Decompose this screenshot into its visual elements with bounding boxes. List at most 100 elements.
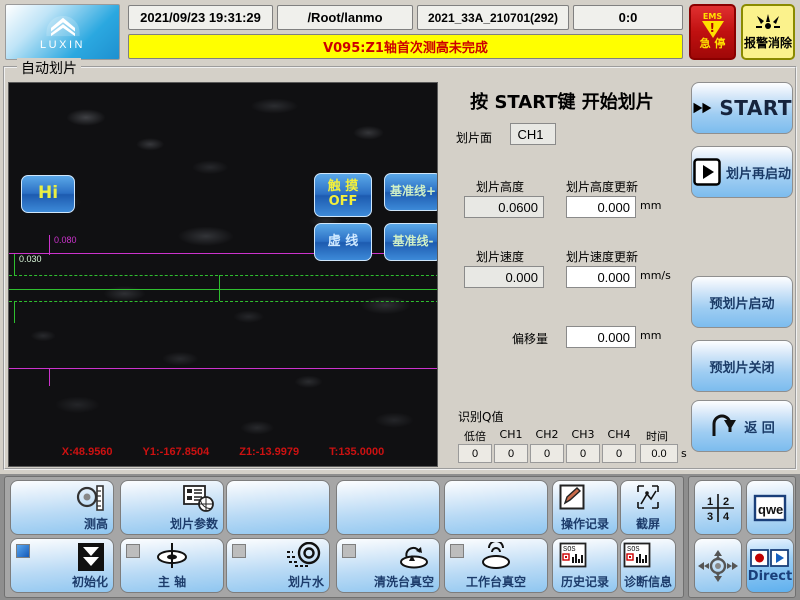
svg-text:3: 3 <box>707 511 713 523</box>
return-button[interactable]: 返 回 <box>691 400 793 452</box>
cut-speed-unit: mm/s <box>640 269 671 282</box>
toolbar-button-cut-parameters[interactable]: 划片参数 <box>120 480 224 535</box>
green-dashed-line-top <box>9 275 437 276</box>
pre-cut-close-label: 预划片关闭 <box>709 360 775 376</box>
svg-text:SOS: SOS <box>563 546 576 554</box>
height-gauge-icon <box>75 484 105 518</box>
table-vacuum-icon <box>445 542 547 570</box>
magenta-line-bottom <box>9 368 437 369</box>
camera-view[interactable]: 0.080 0.030 Hi 触 摸 OFF 虚 线 基准线+ 基准线- X:4… <box>8 82 438 467</box>
play-box-icon <box>693 158 721 186</box>
green-tick-middle <box>219 275 220 301</box>
cut-speed-value: 0.000 <box>464 266 544 288</box>
magenta-measure-label: 0.080 <box>54 235 77 245</box>
direct-label: Direct <box>747 568 793 584</box>
mountain-chevron-icon <box>45 15 80 36</box>
toolbar-label-height-measure: 测高 <box>83 517 108 531</box>
toolbar-button-screenshot[interactable]: 截屏 <box>620 480 676 535</box>
quad-view-icon: 1 2 3 4 <box>702 493 734 523</box>
keyboard-button[interactable]: qwe <box>746 480 794 535</box>
qvalue-header-4: CH4 <box>607 428 631 441</box>
toolbar-label-initialize: 初始化 <box>71 575 108 589</box>
dpad-icon <box>698 549 738 582</box>
recipe-name-display: 2021_33A_210701(292) <box>417 5 569 30</box>
cut-face-value[interactable]: CH1 <box>510 123 556 145</box>
toolbar-label-spindle: 主 轴 <box>157 575 187 589</box>
led-indicator-cutting-water <box>232 544 246 558</box>
toolbar-button-empty-2[interactable] <box>336 480 440 535</box>
cut-speed-label: 划片速度 <box>476 250 525 264</box>
company-logo: LUXIN <box>5 4 120 60</box>
touch-label-line1: 触 摸 <box>327 179 359 195</box>
user-path-display: /Root/lanmo <box>277 5 413 30</box>
green-measure-label: 0.030 <box>19 254 42 264</box>
cut-restart-button[interactable]: 划片再启动 <box>691 146 793 198</box>
toolbar-button-height-measure[interactable]: 测高 <box>10 480 114 535</box>
cut-height-update-input[interactable]: 0.000 <box>566 196 636 218</box>
dashed-line-button[interactable]: 虚 线 <box>314 223 372 261</box>
emergency-stop-button[interactable]: EMS 急 停 <box>689 4 736 60</box>
toolbar-label-screenshot: 截屏 <box>635 517 660 531</box>
qvalue-cell-2: 0 <box>530 444 564 463</box>
toolbar-button-work-table-vacuum[interactable]: 工作台真空 <box>444 538 548 593</box>
dashed-line-label: 虚 线 <box>327 233 359 249</box>
alarm-message-bar: V095:Z1轴首次测高未完成 <box>128 34 683 59</box>
form-heading: 按 START键 开始划片 <box>470 92 654 113</box>
touch-label-line2: OFF <box>328 194 358 209</box>
counter-display: 0:0 <box>573 5 683 30</box>
green-dashed-line-bottom <box>9 301 437 302</box>
qvalue-cell-0: 0 <box>458 444 492 463</box>
coord-t: T:135.0000 <box>329 446 385 458</box>
qvalue-cell-3: 0 <box>566 444 600 463</box>
pre-cut-start-button[interactable]: 预划片启动 <box>691 276 793 328</box>
cut-face-label: 划片面 <box>456 131 493 145</box>
pre-cut-start-label: 预划片启动 <box>709 296 775 312</box>
toolbar-label-diagnostics: 诊断信息 <box>623 575 672 589</box>
page-title: 自动划片 <box>17 58 81 78</box>
coordinate-readout: X:48.9560 Y1:-167.8504 Z1:-13.9979 T:135… <box>9 446 437 458</box>
touch-toggle-button[interactable]: 触 摸 OFF <box>314 173 372 217</box>
toolbar-label-work-table-vacuum: 工作台真空 <box>465 575 526 589</box>
toolbar-button-clean-table-vacuum[interactable]: 清洗台真空 <box>336 538 440 593</box>
reference-line-plus-button[interactable]: 基准线+ <box>384 173 437 211</box>
alarm-clear-button[interactable]: 报警消除 <box>741 4 795 60</box>
warning-triangle-icon <box>701 21 724 39</box>
toolbar-button-history-log[interactable]: SOS 历史记录 <box>552 538 618 593</box>
cut-height-update-label: 划片高度更新 <box>566 180 639 194</box>
cut-speed-update-input[interactable]: 0.000 <box>566 266 636 288</box>
quad-view-button[interactable]: 1 2 3 4 <box>694 480 742 535</box>
qvalue-cell-1: 0 <box>494 444 528 463</box>
toolbar-button-spindle[interactable]: 主 轴 <box>120 538 224 593</box>
toolbar-button-initialize[interactable]: 初始化 <box>10 538 114 593</box>
offset-input[interactable]: 0.000 <box>566 326 636 348</box>
screenshot-icon <box>621 484 675 510</box>
qvalue-header-1: CH1 <box>499 428 523 441</box>
pencil-note-icon <box>559 484 585 514</box>
hi-mode-button[interactable]: Hi <box>21 175 75 213</box>
toolbar-button-diagnostics[interactable]: SOS 诊断信息 <box>620 538 676 593</box>
green-tick-top <box>14 254 15 276</box>
reference-plus-label: 基准线+ <box>389 184 437 199</box>
toolbar-button-cutting-water[interactable]: 划片水 <box>226 538 330 593</box>
start-button[interactable]: START <box>691 82 793 134</box>
reference-line-minus-button[interactable]: 基准线- <box>384 223 437 261</box>
keyboard-icon: qwe <box>753 494 787 521</box>
green-solid-line <box>9 289 437 290</box>
toolbar-button-operation-log[interactable]: 操作记录 <box>552 480 618 535</box>
pre-cut-close-button[interactable]: 预划片关闭 <box>691 340 793 392</box>
svg-text:qwe: qwe <box>758 502 783 517</box>
led-indicator-initialize <box>16 544 30 558</box>
hi-label: Hi <box>37 183 59 204</box>
toolbar-button-empty-1[interactable] <box>226 480 330 535</box>
direct-mode-button[interactable]: Direct <box>746 538 794 593</box>
logo-text: LUXIN <box>40 38 85 51</box>
dpad-button[interactable] <box>694 538 742 593</box>
toolbar-button-empty-3[interactable] <box>444 480 548 535</box>
return-label: 返 回 <box>744 420 775 436</box>
coord-y1: Y1:-167.8504 <box>142 446 210 458</box>
parameters-document-icon <box>183 484 215 518</box>
offset-label: 偏移量 <box>512 332 549 346</box>
header-bar: LUXIN 2021/09/23 19:31:29 /Root/lanmo 20… <box>0 0 800 64</box>
clean-vacuum-icon <box>397 542 431 574</box>
qvalue-title: 识别Q值 <box>458 410 504 424</box>
